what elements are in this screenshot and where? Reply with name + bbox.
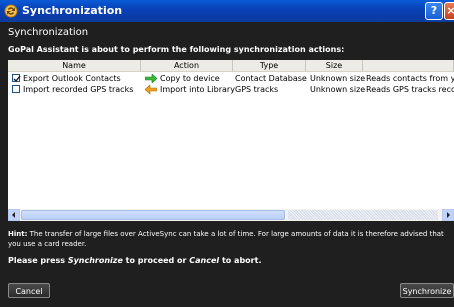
column-header-size[interactable]: Size: [306, 60, 363, 72]
sync-dialog-window: Synchronization ? × Synchronization GoPa…: [0, 0, 454, 307]
orange-left-arrow-icon: [145, 85, 157, 94]
row-type: Contact Database: [235, 74, 307, 83]
prompt-cancel-word: Cancel: [189, 256, 220, 265]
dialog-heading: Synchronization: [8, 27, 89, 38]
row-name: Export Outlook Contacts: [23, 74, 121, 83]
row-description: Reads GPS tracks recor: [366, 85, 454, 94]
row-description: Reads contacts from yo: [366, 74, 454, 83]
green-right-arrow-icon: [145, 74, 157, 83]
scroll-thumb[interactable]: [21, 210, 285, 220]
prompt-pre: Please press: [8, 256, 68, 265]
column-header-type[interactable]: Type: [233, 60, 306, 72]
prompt-post: to abort.: [219, 256, 262, 265]
prompt-mid: to proceed or: [122, 256, 190, 265]
row-checkbox-checked[interactable]: [12, 74, 21, 83]
column-header-description[interactable]: [363, 60, 454, 72]
confirm-prompt: Please press Synchronize to proceed or C…: [8, 256, 261, 265]
title-bar[interactable]: Synchronization ? ×: [0, 0, 454, 22]
row-action: Import into Library: [160, 85, 235, 94]
scroll-right-button[interactable]: [442, 209, 454, 221]
prompt-sync-word: Synchronize: [67, 256, 123, 265]
row-name: Import recorded GPS tracks: [23, 85, 134, 94]
close-button[interactable]: ×: [444, 2, 454, 20]
actions-table: Name Action Type Size Export Outlook Con…: [8, 60, 454, 221]
table-row[interactable]: Import recorded GPS tracks Import into L…: [8, 84, 454, 95]
intro-text: GoPal Assistant is about to perform the …: [8, 45, 345, 54]
row-size: Unknown size: [310, 85, 366, 94]
synchronize-button[interactable]: Synchronize: [400, 283, 454, 298]
scroll-left-button[interactable]: [8, 209, 20, 221]
app-icon: [4, 4, 18, 18]
hint-text: Hint: The transfer of large files over A…: [8, 229, 454, 249]
chevron-left-icon: [12, 212, 15, 218]
column-header-action[interactable]: Action: [141, 60, 233, 72]
scroll-track[interactable]: [288, 210, 438, 220]
row-checkbox-unchecked[interactable]: [12, 85, 20, 93]
hint-body: The transfer of large files over ActiveS…: [8, 230, 444, 248]
row-size: Unknown size: [310, 74, 366, 83]
help-button[interactable]: ?: [425, 2, 443, 20]
chevron-right-icon: [447, 212, 450, 218]
column-header-name[interactable]: Name: [8, 60, 141, 72]
row-type: GPS tracks: [235, 85, 279, 94]
hint-label: Hint:: [8, 230, 28, 238]
window-title: Synchronization: [22, 4, 123, 17]
horizontal-scrollbar[interactable]: [8, 209, 454, 221]
row-action: Copy to device: [160, 74, 220, 83]
cancel-button[interactable]: Cancel: [8, 283, 50, 298]
table-row[interactable]: Export Outlook Contacts Copy to device C…: [8, 73, 454, 84]
